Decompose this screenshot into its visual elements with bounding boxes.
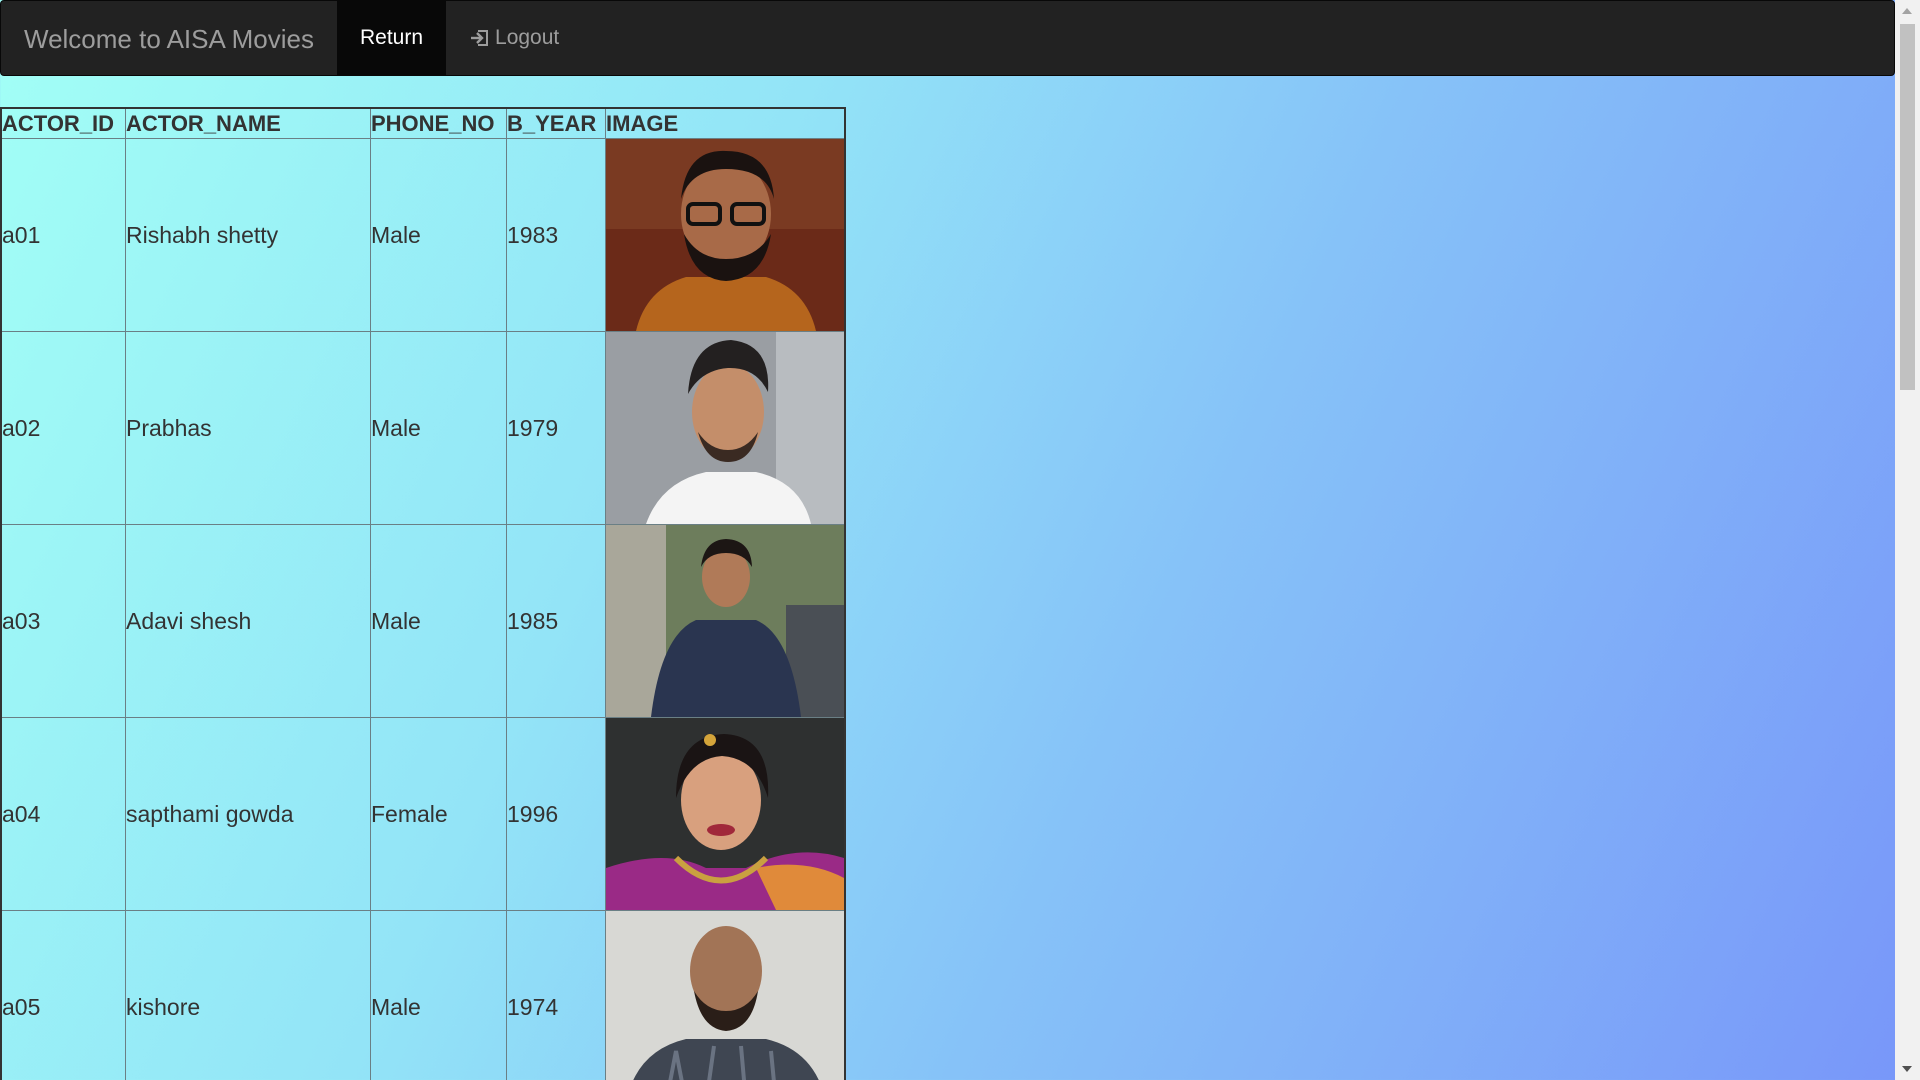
cell-b-year: 1974: [506, 910, 606, 1080]
cell-actor-name: Rishabh shetty: [125, 138, 371, 332]
cell-actor-id: a02: [0, 331, 126, 525]
vertical-scrollbar[interactable]: [1895, 0, 1920, 1080]
cell-phone-no: Male: [370, 331, 507, 525]
return-link[interactable]: Return: [336, 1, 447, 75]
table-row: a03 Adavi shesh Male 1985: [0, 524, 846, 718]
actor-photo: [606, 139, 844, 331]
table-row: a01 Rishabh shetty Male 1983: [0, 138, 846, 332]
cell-phone-no: Male: [370, 524, 507, 718]
top-navbar: Welcome to AISA Movies Return Logout: [0, 0, 1895, 76]
cell-b-year: 1996: [506, 717, 606, 911]
return-label: Return: [359, 26, 424, 49]
cell-image: [605, 717, 846, 911]
cell-actor-id: a05: [0, 910, 126, 1080]
scroll-down-arrow-icon[interactable]: [1902, 1066, 1912, 1072]
cell-actor-name: Adavi shesh: [125, 524, 371, 718]
cell-image: [605, 524, 846, 718]
actor-photo: [606, 911, 844, 1080]
actor-photo: [606, 332, 844, 524]
actor-photo: [606, 525, 844, 717]
cell-phone-no: Female: [370, 717, 507, 911]
table-row: a05 kishore Male 1974: [0, 910, 846, 1080]
table-row: a04 sapthami gowda Female 1996: [0, 717, 846, 911]
cell-actor-name: sapthami gowda: [125, 717, 371, 911]
cell-image: [605, 910, 846, 1080]
header-phone-no: PHONE_NO: [370, 107, 507, 139]
actor-table-container: ACTOR_ID ACTOR_NAME PHONE_NO B_YEAR IMAG…: [0, 107, 846, 1080]
cell-b-year: 1985: [506, 524, 606, 718]
header-actor-name: ACTOR_NAME: [125, 107, 371, 139]
scroll-thumb[interactable]: [1900, 24, 1915, 390]
log-in-icon: [471, 30, 489, 46]
cell-actor-name: Prabhas: [125, 331, 371, 525]
cell-phone-no: Male: [370, 910, 507, 1080]
header-b-year: B_YEAR: [506, 107, 606, 139]
actress-photo: [606, 718, 844, 910]
table-header-row: ACTOR_ID ACTOR_NAME PHONE_NO B_YEAR IMAG…: [0, 107, 846, 139]
cell-phone-no: Male: [370, 138, 507, 332]
header-actor-id: ACTOR_ID: [0, 107, 126, 139]
actor-table: ACTOR_ID ACTOR_NAME PHONE_NO B_YEAR IMAG…: [0, 107, 846, 1080]
cell-image: [605, 138, 846, 332]
logout-link[interactable]: Logout: [446, 1, 582, 75]
cell-b-year: 1979: [506, 331, 606, 525]
cell-actor-name: kishore: [125, 910, 371, 1080]
header-image: IMAGE: [605, 107, 846, 139]
cell-image: [605, 331, 846, 525]
brand-title[interactable]: Welcome to AISA Movies: [1, 1, 337, 75]
scroll-up-arrow-icon[interactable]: [1902, 8, 1912, 14]
logout-label: Logout: [495, 26, 560, 49]
cell-actor-id: a04: [0, 717, 126, 911]
cell-actor-id: a03: [0, 524, 126, 718]
table-row: a02 Prabhas Male 1979: [0, 331, 846, 525]
cell-b-year: 1983: [506, 138, 606, 332]
cell-actor-id: a01: [0, 138, 126, 332]
